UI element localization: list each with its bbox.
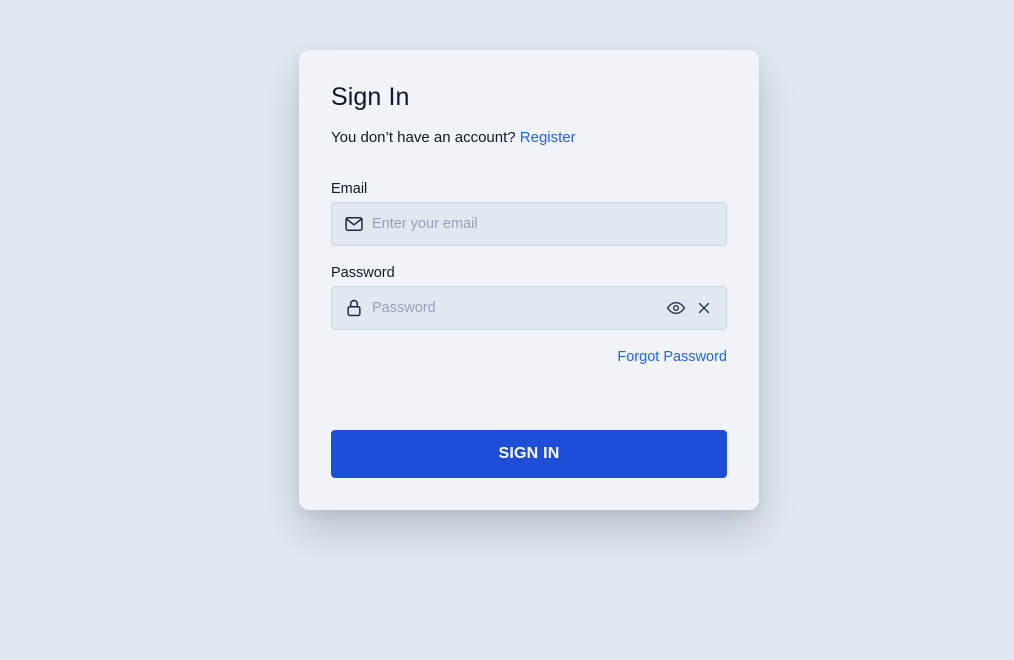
- lock-icon: [344, 298, 364, 318]
- register-prompt: You don’t have an account? Register: [331, 129, 576, 146]
- password-label: Password: [331, 265, 395, 281]
- page-title: Sign In: [331, 83, 410, 111]
- mail-icon: [344, 214, 364, 234]
- password-field-container: [331, 286, 727, 330]
- no-account-text: You don’t have an account?: [331, 129, 516, 146]
- signin-card: Sign In You don’t have an account? Regis…: [299, 50, 759, 510]
- password-input[interactable]: [372, 287, 666, 329]
- close-icon[interactable]: [694, 298, 714, 318]
- email-field-container: [331, 202, 727, 246]
- register-link[interactable]: Register: [520, 129, 576, 146]
- forgot-password-link[interactable]: Forgot Password: [617, 349, 727, 365]
- eye-icon[interactable]: [666, 298, 686, 318]
- email-label: Email: [331, 181, 368, 197]
- email-input[interactable]: [372, 203, 726, 245]
- sign-in-button[interactable]: SIGN IN: [331, 430, 727, 478]
